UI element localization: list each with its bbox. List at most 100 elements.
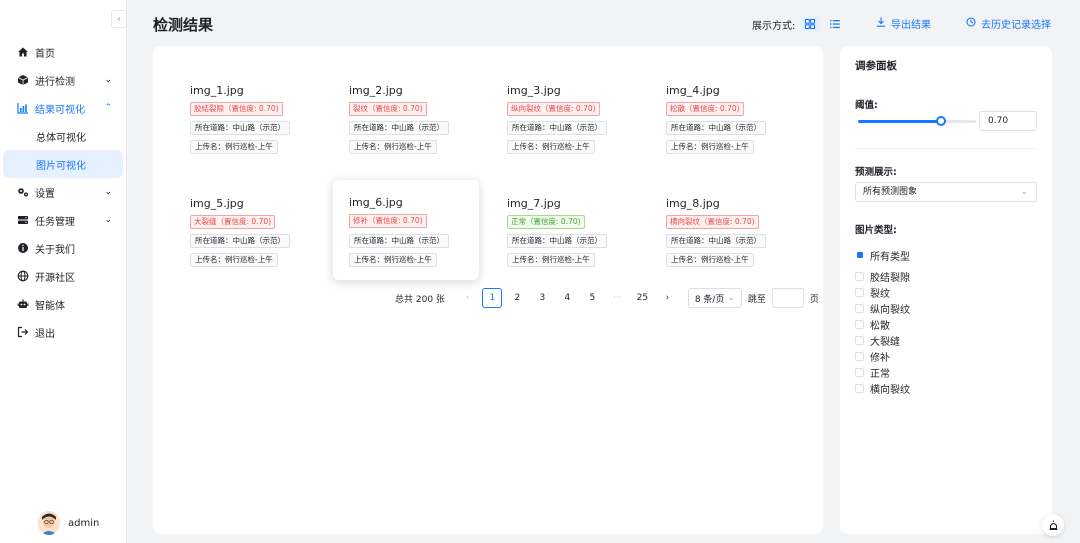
card-road-tag: 所在道路：中山路（示范） bbox=[190, 121, 290, 135]
card-road-tag: 所在道路：中山路（示范） bbox=[666, 234, 766, 248]
page-button[interactable]: 1 bbox=[482, 288, 503, 308]
type-checkbox[interactable]: 所有类型 bbox=[855, 246, 910, 264]
checkbox-icon bbox=[855, 335, 864, 345]
sidebar-item-settings[interactable]: 设置 ⌄ bbox=[0, 178, 126, 206]
checkbox-icon bbox=[855, 383, 864, 393]
card-defect-tag: 大裂缝（置信度: 0.70) bbox=[190, 215, 276, 229]
sidebar-item-logout[interactable]: 退出 bbox=[0, 318, 126, 346]
threshold-slider-fill bbox=[858, 120, 941, 123]
export-button[interactable]: 导出结果 bbox=[876, 16, 931, 31]
server-icon bbox=[17, 214, 29, 226]
chevron-left-icon[interactable]: ‹ bbox=[111, 10, 127, 28]
sidebar-item-community[interactable]: 开源社区 bbox=[0, 262, 126, 290]
checkbox-checked-icon bbox=[856, 252, 863, 258]
card-defect-tag: 修补（置信度: 0.70) bbox=[349, 214, 427, 228]
param-panel-title: 调参面板 bbox=[855, 60, 897, 72]
sidebar-item-label: 关于我们 bbox=[35, 244, 75, 256]
page-size-select[interactable]: 8 条/页 ⌄ bbox=[687, 288, 742, 308]
page-button[interactable]: 2 bbox=[507, 288, 527, 308]
threshold-input[interactable]: 0.70 bbox=[979, 111, 1037, 131]
card-uploader-tag: 上传名：例行巡检-上午 bbox=[190, 253, 278, 267]
user-name: admin bbox=[68, 517, 100, 529]
result-card[interactable]: img_3.jpg 纵向裂纹（置信度: 0.70) 所在道路：中山路（示范） 上… bbox=[491, 74, 637, 162]
grid-view-icon[interactable] bbox=[800, 16, 821, 32]
card-defect-tag: 胶结裂隙（置信度: 0.70) bbox=[190, 102, 283, 116]
type-checkbox[interactable]: 大裂缝 bbox=[855, 332, 910, 348]
page-title: 检测结果 bbox=[153, 16, 214, 34]
type-checkbox[interactable]: 横向裂纹 bbox=[855, 380, 910, 396]
prediction-select[interactable]: 所有预测图象 ⌄ bbox=[855, 182, 1037, 202]
type-checkbox-label: 胶结裂隙 bbox=[870, 272, 910, 284]
card-filename: img_5.jpg bbox=[190, 197, 244, 210]
card-uploader-tag: 上传名：例行巡检-上午 bbox=[507, 253, 595, 267]
page-button[interactable]: 5 bbox=[582, 288, 602, 308]
card-defect-tag: 裂纹（置信度: 0.70) bbox=[349, 102, 427, 116]
card-uploader-tag: 上传名：例行巡检-上午 bbox=[666, 140, 754, 154]
result-card[interactable]: img_6.jpg 修补（置信度: 0.70) 所在道路：中山路（示范） 上传名… bbox=[333, 180, 479, 280]
result-card[interactable]: img_2.jpg 裂纹（置信度: 0.70) 所在道路：中山路（示范） 上传名… bbox=[333, 74, 479, 162]
page-button[interactable]: 4 bbox=[557, 288, 577, 308]
type-checkbox-list: 所有类型 胶结裂隙 裂纹 纵向裂纹 松散 大裂缝 修补 正常 横向裂纹 bbox=[855, 246, 910, 396]
card-uploader-tag: 上传名：例行巡检-上午 bbox=[349, 253, 437, 267]
alarm-icon[interactable] bbox=[1042, 514, 1064, 536]
sidebar-item-about[interactable]: 关于我们 bbox=[0, 234, 126, 262]
pagination-total: 总共 200 张 bbox=[395, 294, 445, 305]
card-defect-tag: 松散（置信度: 0.70) bbox=[666, 102, 744, 116]
checkbox-icon bbox=[855, 367, 864, 377]
sidebar-item-image-visual[interactable]: 图片可视化 bbox=[3, 150, 123, 178]
sidebar-item-detect[interactable]: 进行检测 ⌄ bbox=[0, 66, 126, 94]
checkbox-icon bbox=[855, 319, 864, 329]
history-icon bbox=[966, 17, 976, 30]
card-road-tag: 所在道路：中山路（示范） bbox=[666, 121, 766, 135]
type-checkbox[interactable]: 胶结裂隙 bbox=[855, 268, 910, 284]
result-card[interactable]: img_8.jpg 横向裂纹（置信度: 0.70) 所在道路：中山路（示范） 上… bbox=[650, 187, 796, 275]
divider bbox=[855, 148, 1037, 149]
sidebar: ‹ 首页 进行检测 ⌄ 结果可视化 ⌃ 总体可视化 图片可视化 设置 ⌄ 任务管… bbox=[0, 0, 127, 543]
prev-page-icon[interactable]: ‹ bbox=[457, 288, 477, 308]
robot-icon bbox=[17, 298, 29, 310]
result-card[interactable]: img_5.jpg 大裂缝（置信度: 0.70) 所在道路：中山路（示范） 上传… bbox=[174, 187, 320, 275]
threshold-slider-handle[interactable] bbox=[935, 116, 946, 126]
sidebar-item-overall-visual[interactable]: 总体可视化 bbox=[3, 122, 123, 150]
card-uploader-tag: 上传名：例行巡检-上午 bbox=[507, 140, 595, 154]
result-card[interactable]: img_1.jpg 胶结裂隙（置信度: 0.70) 所在道路：中山路（示范） 上… bbox=[174, 74, 320, 162]
home-icon bbox=[17, 46, 29, 58]
type-checkbox[interactable]: 纵向裂纹 bbox=[855, 300, 910, 316]
sidebar-item-result-visual[interactable]: 结果可视化 ⌃ bbox=[0, 94, 126, 122]
sidebar-item-home[interactable]: 首页 bbox=[0, 38, 126, 66]
chevron-down-icon: ⌄ bbox=[104, 215, 112, 225]
type-checkbox[interactable]: 正常 bbox=[855, 364, 910, 380]
page-button[interactable]: 3 bbox=[532, 288, 552, 308]
jump-page-input[interactable] bbox=[771, 288, 804, 308]
type-checkbox[interactable]: 修补 bbox=[855, 348, 910, 364]
history-button[interactable]: 去历史记录选择 bbox=[966, 16, 1051, 31]
display-mode-label: 展示方式: bbox=[752, 20, 796, 32]
result-card[interactable]: img_7.jpg 正常（置信度: 0.70) 所在道路：中山路（示范） 上传名… bbox=[491, 187, 637, 275]
result-card[interactable]: img_4.jpg 松散（置信度: 0.70) 所在道路：中山路（示范） 上传名… bbox=[650, 74, 796, 162]
sidebar-item-label: 智能体 bbox=[35, 300, 65, 312]
jump-label: 跳至 bbox=[747, 294, 766, 305]
sidebar-item-tasks[interactable]: 任务管理 ⌄ bbox=[0, 206, 126, 234]
chevron-up-icon: ⌃ bbox=[104, 103, 112, 113]
threshold-slider[interactable] bbox=[858, 116, 976, 126]
user-profile[interactable]: admin bbox=[38, 511, 99, 535]
type-checkbox-label: 松散 bbox=[870, 320, 890, 332]
card-uploader-tag: 上传名：例行巡检-上午 bbox=[666, 253, 754, 267]
chevron-down-icon: ⌄ bbox=[1020, 187, 1028, 197]
avatar bbox=[38, 511, 60, 535]
logout-icon bbox=[17, 326, 29, 338]
list-view-icon[interactable] bbox=[825, 16, 845, 32]
type-checkbox[interactable]: 裂纹 bbox=[855, 284, 910, 300]
page-ellipsis[interactable]: ··· bbox=[607, 288, 627, 308]
page-button[interactable]: 25 bbox=[632, 288, 652, 308]
card-defect-tag: 横向裂纹（置信度: 0.70) bbox=[666, 215, 759, 229]
next-page-icon[interactable]: › bbox=[657, 288, 677, 308]
card-road-tag: 所在道路：中山路（示范） bbox=[190, 234, 290, 248]
type-label: 图片类型: bbox=[855, 225, 897, 236]
checkbox-icon bbox=[855, 351, 864, 361]
card-filename: img_1.jpg bbox=[190, 84, 244, 97]
sidebar-item-agent[interactable]: 智能体 bbox=[0, 290, 126, 318]
card-filename: img_6.jpg bbox=[349, 196, 403, 209]
threshold-label: 阈值: bbox=[855, 100, 878, 111]
type-checkbox[interactable]: 松散 bbox=[855, 316, 910, 332]
